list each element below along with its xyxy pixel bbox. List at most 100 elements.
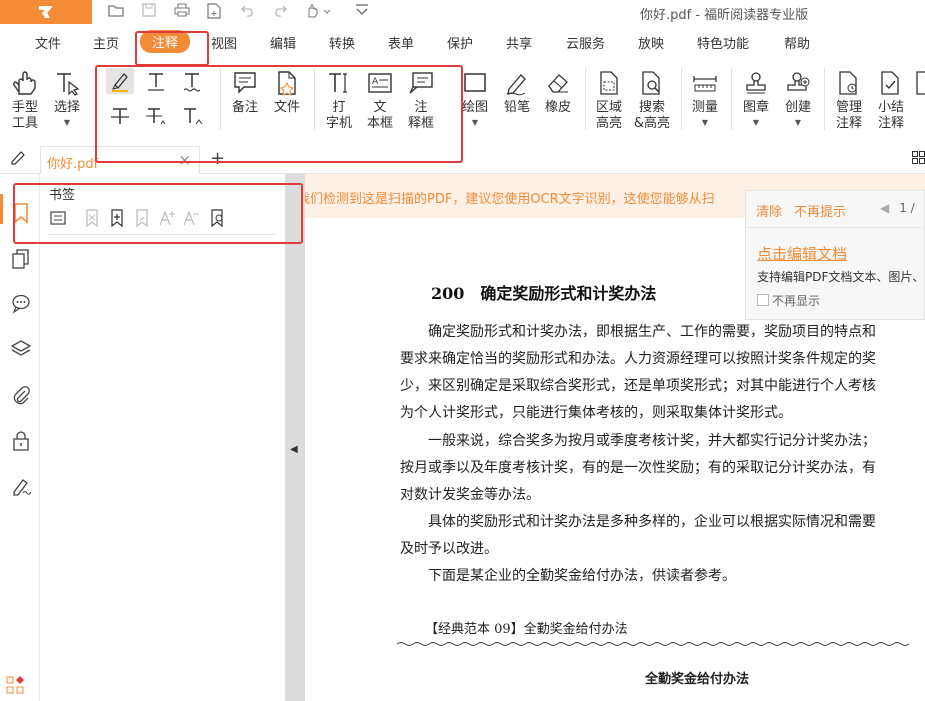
menu-bar: 文件 主页 注释 视图 编辑 转换 表单 保护 共享 云服务 放映 特色功能 帮… xyxy=(0,24,925,58)
increase-font-icon[interactable] xyxy=(157,208,177,228)
comments-icon[interactable] xyxy=(10,292,32,314)
page-thumbnails-icon[interactable] xyxy=(10,248,32,270)
paragraph-line: 对数计发奖金等办法。 xyxy=(400,487,540,503)
customize-icon[interactable] xyxy=(352,3,372,21)
grid-view-icon[interactable] xyxy=(912,151,925,164)
toolbar-separator xyxy=(681,68,682,130)
drawing-button[interactable]: 绘图 ▼ xyxy=(458,70,492,128)
edit-document-link[interactable]: 点击编辑文档 xyxy=(757,243,847,264)
eraser-button[interactable]: 橡皮 xyxy=(541,70,575,116)
layers-icon[interactable] xyxy=(10,338,32,360)
dont-remind-link[interactable]: 不再提示 xyxy=(794,201,846,220)
hand-tool-button[interactable]: 手型 工具 xyxy=(8,70,42,132)
more-tool-button[interactable] xyxy=(914,70,925,100)
section-heading: 200 确定奖励形式和计奖办法 xyxy=(431,284,657,303)
textbox-button[interactable]: A 文 本框 xyxy=(363,70,397,132)
bookmark-options-icon[interactable] xyxy=(48,208,68,228)
attach-file-button[interactable]: 文件 xyxy=(270,70,304,116)
create-stamp-button[interactable]: 创建 ▼ xyxy=(781,70,815,128)
menu-convert[interactable]: 转换 xyxy=(329,33,355,52)
dont-show-label[interactable]: 不再显示 xyxy=(772,292,820,309)
doc-tab-label: 你好.pdf xyxy=(47,157,99,172)
add-bookmark-icon[interactable] xyxy=(107,208,127,228)
bookmark-icon[interactable] xyxy=(10,202,32,224)
menu-protect[interactable]: 保护 xyxy=(447,33,473,52)
paragraph-line: 确定奖励形式和计奖办法，即根据生产、工作的需要，奖励项目的特点和 xyxy=(400,324,876,340)
foxit-reader-window: 你好.pdf - 福昕阅读器专业版 文件 主页 注释 视图 编辑 转换 表单 保… xyxy=(0,0,925,701)
menu-edit[interactable]: 编辑 xyxy=(270,33,296,52)
apps-icon[interactable] xyxy=(6,676,28,698)
panel-collapse-strip[interactable]: ◀ xyxy=(285,174,305,701)
squiggly-underline-icon xyxy=(183,73,201,92)
summarize-comments-icon xyxy=(874,70,908,96)
select-tool-button[interactable]: 选择 ▼ xyxy=(50,70,84,128)
strikeout-text-button[interactable] xyxy=(106,104,134,130)
menu-file[interactable]: 文件 xyxy=(35,33,61,52)
summarize-comments-button[interactable]: 小结 注释 xyxy=(874,70,908,132)
squiggly-text-button[interactable] xyxy=(178,68,206,94)
textbox-icon: A xyxy=(363,70,397,96)
clear-link[interactable]: 清除 xyxy=(756,201,782,220)
hand-dropdown-icon[interactable] xyxy=(303,3,335,21)
ocr-notice-text[interactable]: 我们检测到这是扫描的PDF，建议您使用OCR文字识别，这使您能够从扫 xyxy=(305,188,715,207)
paragraph-line: 下面是某企业的全勤奖金给付办法，供读者参考。 xyxy=(400,568,736,584)
menu-features[interactable]: 特色功能 xyxy=(697,33,749,52)
collapse-arrow-icon[interactable]: ◀ xyxy=(290,444,298,455)
menu-view[interactable]: 视图 xyxy=(211,33,237,52)
expand-bookmark-icon[interactable] xyxy=(132,208,152,228)
note-button[interactable]: 备注 xyxy=(228,70,262,116)
new-tab-button[interactable]: + xyxy=(210,148,225,169)
pencil-button[interactable]: 铅笔 xyxy=(500,70,534,116)
decrease-font-icon[interactable] xyxy=(181,208,201,228)
new-file-icon[interactable] xyxy=(204,3,224,21)
insert-text-button[interactable] xyxy=(178,104,206,130)
close-icon[interactable]: × xyxy=(178,151,191,169)
chevron-down-icon: ▼ xyxy=(752,118,760,127)
highlight-tool-button[interactable] xyxy=(106,68,134,94)
app-logo-icon[interactable] xyxy=(0,0,92,24)
menu-cloud[interactable]: 云服务 xyxy=(566,33,605,52)
edit-tip-popup: 清除 不再提示 ◀ 1 / 点击编辑文档 支持编辑PDF文档文本、图片、 不再显示 xyxy=(745,190,925,320)
callout-button[interactable]: 注 释框 xyxy=(404,70,438,132)
replace-text-button[interactable] xyxy=(142,104,170,130)
attachment-icon[interactable] xyxy=(10,384,32,406)
save-icon[interactable] xyxy=(139,3,159,21)
menu-share[interactable]: 共享 xyxy=(506,33,532,52)
open-folder-icon[interactable] xyxy=(106,3,126,21)
bookmark-search-icon[interactable] xyxy=(207,208,227,228)
annotate-ribbon: 手型 工具 选择 ▼ 备注 文件 打 字机 A 文 本框 注 释框 绘图 ▼ 铅… xyxy=(0,58,925,140)
print-icon[interactable] xyxy=(172,3,192,21)
speech-bubble-icon xyxy=(228,70,262,96)
stamp-button[interactable]: 图章 ▼ xyxy=(739,70,773,128)
prev-arrow-icon[interactable]: ◀ xyxy=(880,201,889,215)
callout-icon xyxy=(404,70,438,96)
menu-help[interactable]: 帮助 xyxy=(784,33,810,52)
menu-annotate[interactable]: 注释 xyxy=(140,30,191,53)
signature-pen-icon[interactable] xyxy=(10,476,32,498)
edit-pen-icon[interactable] xyxy=(10,149,26,169)
eraser-icon xyxy=(541,70,575,96)
toolbar-separator xyxy=(731,68,732,130)
manage-comments-button[interactable]: 管理 注释 xyxy=(832,70,866,132)
paragraph-line: 少，来区别确定是采取综合奖形式，还是单项奖形式；对其中能进行个人考核 xyxy=(400,378,876,394)
delete-bookmark-icon[interactable] xyxy=(82,208,102,228)
typewriter-button[interactable]: 打 字机 xyxy=(322,70,356,132)
area-highlight-button[interactable]: 区域 高亮 xyxy=(592,70,626,132)
left-nav-rail xyxy=(0,174,40,701)
menu-slideshow[interactable]: 放映 xyxy=(638,33,664,52)
search-highlight-button[interactable]: 搜索 &高亮 xyxy=(632,70,672,132)
menu-home[interactable]: 主页 xyxy=(93,33,119,52)
highlighter-icon xyxy=(112,73,128,92)
popup-divider xyxy=(746,227,925,228)
paragraph-line: 为个人计奖形式，只能进行集体考核的，则采取集体计奖形式。 xyxy=(400,405,792,421)
strikeout-icon xyxy=(111,108,129,124)
underline-text-button[interactable] xyxy=(142,68,170,94)
measure-button[interactable]: 测量 ▼ xyxy=(688,70,722,128)
window-title: 你好.pdf - 福昕阅读器专业版 xyxy=(640,8,809,23)
undo-icon[interactable] xyxy=(238,3,258,21)
doc-tab[interactable]: 你好.pdf × xyxy=(40,146,200,174)
dont-show-checkbox[interactable] xyxy=(757,294,769,306)
menu-form[interactable]: 表单 xyxy=(388,33,414,52)
redo-icon[interactable] xyxy=(270,3,290,21)
lock-icon[interactable] xyxy=(10,430,32,452)
